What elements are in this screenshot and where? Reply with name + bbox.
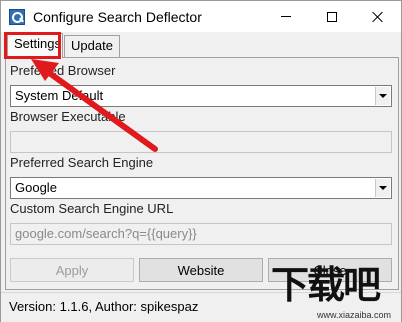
annotation-highlight-box: [4, 32, 61, 59]
preferred-engine-label: Preferred Search Engine: [10, 155, 154, 170]
maximize-icon: [327, 11, 337, 22]
watermark-url: www.xiazaiba.com: [317, 310, 392, 320]
close-window-button[interactable]: [355, 1, 401, 32]
status-text: Version: 1.1.6, Author: spikespaz: [9, 299, 199, 314]
custom-url-label: Custom Search Engine URL: [10, 201, 174, 216]
custom-url-field[interactable]: google.com/search?q={{query}}: [10, 223, 392, 245]
preferred-browser-value: System Default: [15, 88, 104, 103]
minimize-icon: [281, 16, 291, 17]
title-bar: Configure Search Deflector: [1, 1, 401, 32]
preferred-engine-value: Google: [15, 180, 57, 195]
chevron-down-icon[interactable]: [375, 179, 390, 197]
browser-executable-field[interactable]: [10, 131, 392, 153]
preferred-browser-select[interactable]: System Default: [10, 85, 392, 107]
minimize-button[interactable]: [263, 1, 309, 32]
chevron-down-icon[interactable]: [375, 87, 390, 105]
watermark-logo: 下载吧 www.xiazaiba.com: [263, 252, 402, 322]
website-button[interactable]: Website: [139, 258, 263, 282]
watermark-logo-text: 下载吧: [271, 263, 381, 307]
configure-window: Configure Search Deflector Settings Upda…: [0, 0, 402, 322]
apply-button[interactable]: Apply: [10, 258, 134, 282]
window-title: Configure Search Deflector: [33, 9, 202, 25]
preferred-browser-label: Preferred Browser: [10, 63, 116, 78]
search-app-icon: [9, 9, 25, 25]
tab-update[interactable]: Update: [64, 35, 120, 57]
maximize-button[interactable]: [309, 1, 355, 32]
browser-executable-label: Browser Executable: [10, 109, 126, 124]
close-icon: [372, 11, 384, 23]
preferred-engine-select[interactable]: Google: [10, 177, 392, 199]
